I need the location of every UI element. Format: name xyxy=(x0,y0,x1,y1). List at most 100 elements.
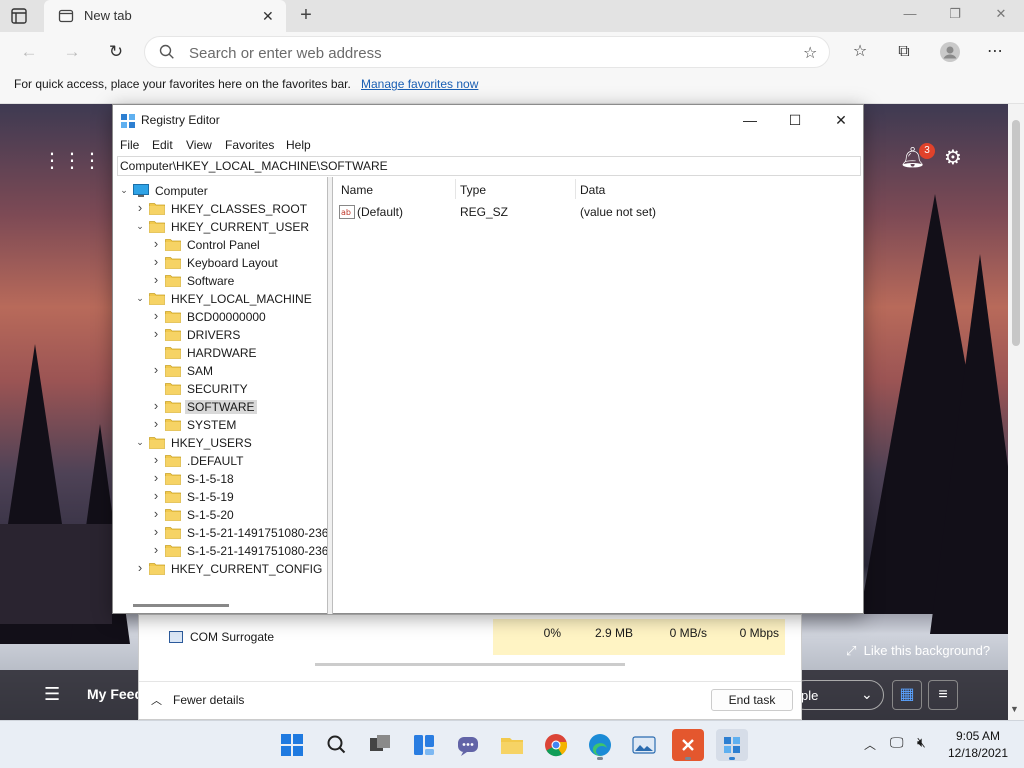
expand-arrow-icon[interactable]: › xyxy=(151,453,161,466)
tree-node[interactable]: HARDWARE xyxy=(113,344,327,362)
collections-icon[interactable]: ⧉ xyxy=(894,42,914,62)
profile-avatar[interactable] xyxy=(940,42,960,62)
network-icon[interactable]: 🖵 xyxy=(890,734,904,751)
collapse-arrow-icon[interactable]: ⌄ xyxy=(119,185,129,195)
tree-node[interactable]: › HKEY_CURRENT_CONFIG xyxy=(113,560,327,578)
scroll-down-arrow-icon[interactable]: ▼ xyxy=(1010,704,1019,714)
tree-node[interactable]: ⌄ HKEY_USERS xyxy=(113,434,327,452)
tree-node[interactable]: ⌄ Computer xyxy=(113,182,327,200)
teams-chat-icon[interactable] xyxy=(452,729,484,761)
expand-arrow-icon[interactable]: › xyxy=(135,561,145,574)
registry-tree[interactable]: ⌄ Computer › HKEY_CLASSES_ROOT ⌄ HKEY_CURRENT… xyxy=(113,177,328,614)
expand-arrow-icon[interactable]: › xyxy=(135,201,145,214)
my-feed-tab[interactable]: My Feed xyxy=(87,686,143,702)
column-separator[interactable] xyxy=(575,179,576,199)
task-view-icon[interactable] xyxy=(364,729,396,761)
collapse-arrow-icon[interactable]: ⌄ xyxy=(135,293,145,303)
tree-node[interactable]: › SYSTEM xyxy=(113,416,327,434)
add-favorite-icon[interactable]: ☆ xyxy=(803,43,817,63)
close-window-icon[interactable]: ✕ xyxy=(991,6,1011,24)
expand-arrow-icon[interactable]: › xyxy=(151,489,161,502)
tree-node[interactable]: › S-1-5-21-1491751080-2360 xyxy=(113,542,327,560)
close-tab-icon[interactable]: ✕ xyxy=(262,8,274,25)
expand-arrow-icon[interactable]: › xyxy=(151,399,161,412)
restore-icon[interactable]: ❐ xyxy=(945,6,965,24)
tab-actions-icon[interactable] xyxy=(10,7,28,25)
expand-arrow-icon[interactable]: › xyxy=(151,471,161,484)
title-bar[interactable]: Registry Editor — ☐ ✕ xyxy=(113,105,863,135)
expand-arrow-icon[interactable]: › xyxy=(151,327,161,340)
tree-node[interactable]: › HKEY_CLASSES_ROOT xyxy=(113,200,327,218)
expand-arrow-icon[interactable]: › xyxy=(151,363,161,376)
maximize-icon[interactable]: ☐ xyxy=(780,109,810,131)
minimize-icon[interactable]: — xyxy=(735,109,765,131)
manage-favorites-link[interactable]: Manage favorites now xyxy=(361,77,478,91)
registry-editor-taskbar-icon[interactable] xyxy=(716,729,748,761)
volume-muted-icon[interactable]: 🔇︎ xyxy=(917,734,926,751)
tree-node[interactable]: › S-1-5-21-1491751080-2360 xyxy=(113,524,327,542)
tree-node[interactable]: › .DEFAULT xyxy=(113,452,327,470)
tree-node[interactable]: › SAM xyxy=(113,362,327,380)
expand-arrow-icon[interactable]: › xyxy=(151,255,161,268)
close-app-icon[interactable] xyxy=(672,729,704,761)
expand-arrow-icon[interactable]: › xyxy=(151,273,161,286)
expand-arrow-icon[interactable]: › xyxy=(151,525,161,538)
menu-help[interactable]: Help xyxy=(286,138,311,152)
collapse-arrow-icon[interactable]: ⌄ xyxy=(135,437,145,447)
favorites-icon[interactable]: ☆ xyxy=(850,42,870,62)
close-icon[interactable]: ✕ xyxy=(826,109,856,131)
expand-arrow-icon[interactable]: › xyxy=(151,309,161,322)
list-layout-icon[interactable]: ≡ xyxy=(928,680,958,710)
values-list[interactable]: Name Type Data ab (Default) REG_SZ (valu… xyxy=(332,177,863,614)
chrome-icon[interactable] xyxy=(540,729,572,761)
tree-node[interactable]: › SOFTWARE xyxy=(113,398,327,416)
widgets-icon[interactable] xyxy=(408,729,440,761)
column-separator[interactable] xyxy=(455,179,456,199)
tab-new-tab[interactable]: New tab ✕ xyxy=(44,0,286,32)
tree-node[interactable]: › Keyboard Layout xyxy=(113,254,327,272)
expand-arrow-icon[interactable]: › xyxy=(151,507,161,520)
tree-node[interactable]: › S-1-5-18 xyxy=(113,470,327,488)
photos-icon[interactable] xyxy=(628,729,660,761)
like-background-button[interactable]: ⤢ Like this background? xyxy=(846,643,990,659)
tree-node[interactable]: ⌄ HKEY_LOCAL_MACHINE xyxy=(113,290,327,308)
new-tab-button[interactable]: + xyxy=(296,4,316,28)
menu-view[interactable]: View xyxy=(186,138,212,152)
menu-file[interactable]: File xyxy=(120,138,139,152)
people-dropdown[interactable]: ple ⌄ xyxy=(790,680,884,710)
tree-node[interactable]: ⌄ HKEY_CURRENT_USER xyxy=(113,218,327,236)
grid-layout-icon[interactable]: ▦ xyxy=(892,680,922,710)
minimize-icon[interactable]: — xyxy=(900,6,920,24)
chevron-up-icon[interactable]: ︿ xyxy=(151,692,162,708)
horizontal-scrollbar[interactable] xyxy=(315,663,625,666)
hamburger-menu-icon[interactable]: ☰ xyxy=(44,684,60,705)
back-icon[interactable]: ← xyxy=(18,41,40,63)
search-icon[interactable] xyxy=(320,729,352,761)
tree-node[interactable]: › S-1-5-20 xyxy=(113,506,327,524)
menu-favorites[interactable]: Favorites xyxy=(225,138,274,152)
tree-node[interactable]: SECURITY xyxy=(113,380,327,398)
tree-node[interactable]: › DRIVERS xyxy=(113,326,327,344)
clock[interactable]: 9:05 AM 12/18/2021 xyxy=(944,728,1012,762)
expand-arrow-icon[interactable]: › xyxy=(151,417,161,430)
more-menu-icon[interactable]: ⋯ xyxy=(985,42,1005,62)
tree-horizontal-scrollbar[interactable] xyxy=(133,604,229,607)
show-hidden-icons-chevron[interactable]: ︿ xyxy=(864,736,876,753)
tree-node[interactable]: › Software xyxy=(113,272,327,290)
tree-node[interactable]: › Control Panel xyxy=(113,236,327,254)
column-header-data[interactable]: Data xyxy=(580,183,605,197)
column-header-type[interactable]: Type xyxy=(460,183,486,197)
fewer-details-link[interactable]: Fewer details xyxy=(173,693,244,707)
address-bar[interactable]: Search or enter web address ☆ xyxy=(144,36,830,68)
gear-icon[interactable]: ⚙ xyxy=(944,145,962,170)
expand-arrow-icon[interactable]: › xyxy=(151,543,161,556)
forward-icon[interactable]: → xyxy=(61,41,83,63)
expand-arrow-icon[interactable]: › xyxy=(151,237,161,250)
refresh-icon[interactable]: ↻ xyxy=(105,41,127,63)
registry-address-bar[interactable]: Computer\HKEY_LOCAL_MACHINE\SOFTWARE xyxy=(117,156,861,176)
menu-edit[interactable]: Edit xyxy=(152,138,173,152)
page-scrollbar-thumb[interactable] xyxy=(1012,120,1020,346)
start-button[interactable] xyxy=(276,729,308,761)
collapse-arrow-icon[interactable]: ⌄ xyxy=(135,221,145,231)
tree-node[interactable]: › S-1-5-19 xyxy=(113,488,327,506)
